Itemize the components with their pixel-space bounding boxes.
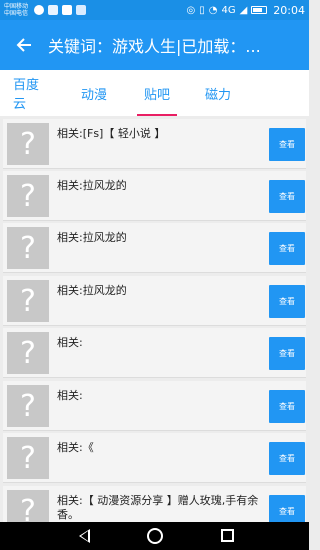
list-item[interactable]: ? 相关:[Fs]【 轻小说 】 查看 [3, 119, 306, 169]
nav-recents-icon[interactable] [221, 529, 234, 542]
file-icon [76, 5, 86, 15]
list-item[interactable]: ? 相关: 查看 [3, 381, 306, 431]
carrier-1: 中国移动 [4, 3, 29, 10]
view-button[interactable]: 查看 [269, 128, 305, 161]
view-button[interactable]: 查看 [269, 337, 305, 370]
item-title: 相关:【 动漫资源分享 】赠人玫瑰,手有余香。 [57, 494, 259, 521]
list-item[interactable]: ? 相关: 查看 [3, 328, 306, 378]
toolbar: 关键词：游戏人生|已加载：... [0, 20, 309, 70]
item-title: 相关:拉风龙的 [57, 231, 127, 244]
nav-home-icon[interactable] [147, 528, 163, 544]
placeholder-thumbnail: ? [7, 123, 49, 165]
source-tabs: 百度云 动漫 贴吧 磁力 [0, 70, 309, 116]
item-title: 相关:《 [57, 441, 94, 454]
placeholder-thumbnail: ? [7, 175, 49, 217]
item-title: 相关:拉风龙的 [57, 179, 127, 192]
list-item[interactable]: ? 相关:拉风龙的 查看 [3, 223, 306, 273]
view-button[interactable]: 查看 [269, 180, 305, 213]
page-title: 关键词：游戏人生|已加载：... [48, 37, 261, 56]
nav-back-icon[interactable] [79, 529, 90, 543]
headset-icon: ◎ [186, 4, 196, 16]
tab-anime[interactable]: 动漫 [81, 70, 107, 116]
weibo-icon [34, 5, 44, 15]
item-title: 相关:拉风龙的 [57, 284, 127, 297]
list-item[interactable]: ? 相关:【 动漫资源分享 】赠人玫瑰,手有余香。 查看 [3, 486, 306, 522]
battery-icon [251, 6, 268, 14]
item-title: 相关: [57, 336, 83, 349]
app-icon [62, 5, 72, 15]
list-item[interactable]: ? 相关:拉风龙的 查看 [3, 276, 306, 326]
carrier-labels: 中国移动 中国电信 [4, 3, 32, 17]
system-nav-bar [0, 522, 309, 550]
carrier-2: 中国电信 [4, 10, 29, 17]
tab-baiduyun[interactable]: 百度云 [13, 70, 49, 116]
placeholder-thumbnail: ? [7, 437, 49, 479]
clock: 20:04 [273, 3, 305, 17]
wifi-icon: ◔ [208, 4, 218, 16]
list-item[interactable]: ? 相关:拉风龙的 查看 [3, 171, 306, 221]
placeholder-thumbnail: ? [7, 280, 49, 322]
placeholder-thumbnail: ? [7, 332, 49, 374]
item-title: 相关:[Fs]【 轻小说 】 [57, 127, 166, 140]
signal-icon: ◢ [239, 4, 248, 16]
status-right: ◎ ▯ ◔ 4G ◢ 20:04 [186, 4, 305, 17]
list-item[interactable]: ? 相关:《 查看 [3, 433, 306, 483]
placeholder-thumbnail: ? [7, 490, 49, 522]
placeholder-thumbnail: ? [7, 385, 49, 427]
item-title: 相关: [57, 389, 83, 402]
tab-magnet[interactable]: 磁力 [205, 70, 231, 116]
view-button[interactable]: 查看 [269, 390, 305, 423]
view-button[interactable]: 查看 [269, 495, 305, 522]
placeholder-thumbnail: ? [7, 227, 49, 269]
notification-icons [34, 5, 86, 15]
view-button[interactable]: 查看 [269, 285, 305, 318]
tab-tieba[interactable]: 贴吧 [137, 70, 177, 116]
view-button[interactable]: 查看 [269, 442, 305, 475]
result-list[interactable]: ? 相关:[Fs]【 轻小说 】 查看 ? 相关:拉风龙的 查看 ? 相关:拉风… [0, 116, 309, 522]
network-type: 4G [221, 4, 236, 16]
back-button[interactable] [0, 20, 48, 70]
vibrate-icon: ▯ [199, 4, 205, 16]
view-button[interactable]: 查看 [269, 232, 305, 265]
message-icon [48, 5, 58, 15]
status-bar: 中国移动 中国电信 ◎ ▯ ◔ 4G ◢ 20:04 [0, 0, 309, 20]
arrow-left-icon [16, 38, 31, 52]
